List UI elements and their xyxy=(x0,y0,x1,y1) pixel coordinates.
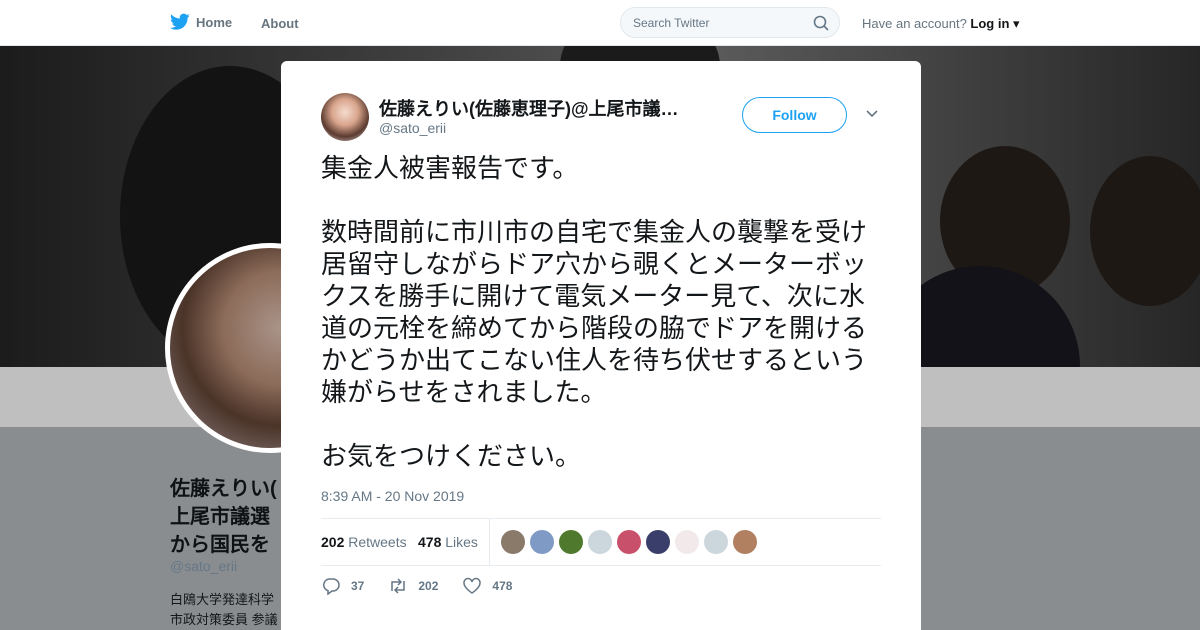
liker-avatar[interactable] xyxy=(559,530,583,554)
about-link[interactable]: About xyxy=(261,16,299,31)
author-avatar[interactable] xyxy=(321,93,369,141)
top-nav: Home About Search Twitter Have an accoun… xyxy=(0,0,1200,46)
liker-avatar[interactable] xyxy=(588,530,612,554)
search-icon[interactable] xyxy=(813,15,829,31)
retweet-count: 202 xyxy=(418,579,439,593)
login-label: Log in xyxy=(970,16,1010,31)
profile-name-line: 上尾市議選 xyxy=(170,506,270,528)
login-prompt: Have an account? Log in ▾ xyxy=(862,16,1020,32)
tweet-actions: 37 202 478 xyxy=(321,577,536,595)
search-placeholder: Search Twitter xyxy=(633,16,710,30)
liker-avatars xyxy=(501,530,757,554)
search-input[interactable]: Search Twitter xyxy=(620,7,840,38)
tweet-modal: 佐藤えりい(佐藤恵理子)@上尾市議… @sato_erii Follow 集金人… xyxy=(281,61,921,630)
profile-bio: 白鴎大学発達科学 市政対策委員 参議 xyxy=(170,590,278,630)
likes-count: 478 xyxy=(418,534,442,550)
retweets-stat[interactable]: 202 Retweets xyxy=(321,534,407,550)
chevron-down-icon[interactable] xyxy=(865,107,879,121)
liker-avatar[interactable] xyxy=(501,530,525,554)
tweet-stats: 202 Retweets 478 Likes xyxy=(321,518,881,566)
follow-button[interactable]: Follow xyxy=(742,97,847,133)
liker-avatar[interactable] xyxy=(733,530,757,554)
profile-bio-line: 白鴎大学発達科学 xyxy=(170,592,275,607)
have-account-text: Have an account? xyxy=(862,16,967,31)
reply-icon xyxy=(322,578,340,595)
reply-button[interactable]: 37 xyxy=(321,577,364,595)
follow-label: Follow xyxy=(772,107,817,123)
tweet-timestamp[interactable]: 8:39 AM - 20 Nov 2019 xyxy=(321,488,464,504)
home-link[interactable]: Home xyxy=(170,13,232,31)
home-label: Home xyxy=(196,14,233,30)
author-handle[interactable]: @sato_erii xyxy=(379,120,446,136)
author-name[interactable]: 佐藤えりい(佐藤恵理子)@上尾市議… xyxy=(379,95,679,121)
profile-name-line: 佐藤えりい( xyxy=(170,478,277,500)
tweet-text: 集金人被害報告です。 数時間前に市川市の自宅で集金人の襲撃を受け居留守しながらド… xyxy=(321,154,868,472)
like-count: 478 xyxy=(492,579,513,593)
liker-avatar[interactable] xyxy=(675,530,699,554)
likes-label: Likes xyxy=(445,534,478,550)
liker-avatar[interactable] xyxy=(617,530,641,554)
profile-name-line: から国民を xyxy=(170,534,270,556)
login-link[interactable]: Log in ▾ xyxy=(970,16,1019,31)
profile-bio-line: 市政対策委員 参議 xyxy=(170,612,278,627)
twitter-bird-icon xyxy=(170,13,190,30)
retweets-count: 202 xyxy=(321,534,345,550)
heart-icon xyxy=(463,577,482,594)
reply-count: 37 xyxy=(351,579,365,593)
retweet-icon xyxy=(391,578,406,594)
stats-divider xyxy=(489,519,490,565)
liker-avatar[interactable] xyxy=(530,530,554,554)
retweet-button[interactable]: 202 xyxy=(388,577,438,595)
profile-name: 佐藤えりい( 上尾市議選 から国民を xyxy=(170,475,277,559)
profile-handle: @sato_erii xyxy=(170,558,238,574)
liker-avatar[interactable] xyxy=(646,530,670,554)
close-icon[interactable]: ✕ xyxy=(1155,9,1178,37)
liker-avatar[interactable] xyxy=(704,530,728,554)
like-button[interactable]: 478 xyxy=(462,577,512,595)
likes-stat[interactable]: 478 Likes xyxy=(418,534,478,550)
retweets-label: Retweets xyxy=(348,534,407,550)
